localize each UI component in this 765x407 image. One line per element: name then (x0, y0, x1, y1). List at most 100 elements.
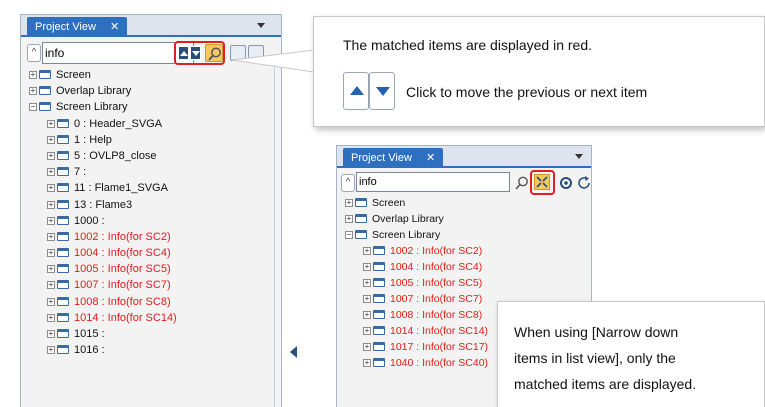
tree-item[interactable]: − Screen Library (25, 99, 281, 115)
tree-item-label: Overlap Library (372, 213, 444, 225)
expand-node-icon[interactable]: + (47, 151, 55, 160)
tree-item-label: Overlap Library (56, 85, 132, 98)
tree-item-label: 1008 : Info(for SC8) (74, 295, 171, 308)
folder-icon (57, 118, 69, 128)
tree-item[interactable]: − Screen Library (341, 227, 591, 243)
tree-item[interactable]: +13 : Flame3 (25, 197, 281, 213)
callout-text-matched: The matched items are displayed in red. (343, 37, 593, 53)
callout-text-line-1: When using [Narrow down (514, 324, 679, 340)
tree-item[interactable]: +1 : Help (25, 132, 281, 148)
folder-icon (373, 262, 385, 271)
folder-icon (39, 102, 51, 112)
expand-node-icon[interactable]: + (47, 346, 55, 355)
previous-item-icon (343, 72, 369, 110)
tree-item-label: 1017 : Info(for SC17) (390, 341, 489, 353)
tree-item-label: 1016 : (74, 344, 105, 357)
chevron-down-icon[interactable] (257, 23, 265, 28)
collapse-node-icon[interactable]: − (29, 103, 37, 112)
expand-node-icon[interactable]: + (47, 249, 55, 258)
search-input[interactable] (356, 172, 510, 192)
expand-node-icon[interactable]: + (47, 200, 55, 209)
tree-item[interactable]: +11 : Flame1_SVGA (25, 180, 281, 196)
tree-item[interactable]: +1014 : Info(for SC14) (25, 310, 281, 326)
tree-item[interactable]: +1016 : (25, 342, 281, 358)
folder-icon (57, 329, 69, 338)
close-icon[interactable]: ✕ (426, 152, 435, 164)
search-icon[interactable] (514, 175, 530, 191)
collapse-all-button[interactable]: ^ (341, 174, 355, 192)
expand-node-icon[interactable]: + (363, 247, 371, 255)
expand-node-icon[interactable]: + (363, 327, 371, 335)
collapse-node-icon[interactable]: − (345, 231, 353, 239)
folder-icon (373, 342, 385, 351)
tree-item[interactable]: + Overlap Library (25, 83, 281, 99)
expand-node-icon[interactable]: + (363, 263, 371, 271)
tree-item-label: Screen (56, 69, 91, 81)
expand-node-icon[interactable]: + (363, 359, 371, 367)
tree-item-label: 1000 : (74, 214, 105, 227)
expand-node-icon[interactable]: + (47, 135, 55, 144)
folder-icon (57, 345, 69, 355)
expand-node-icon[interactable]: + (47, 281, 55, 290)
tree-item-label: 1 : Help (74, 133, 112, 146)
tree-item-label: Screen Library (56, 101, 128, 114)
tree-item-label: 1002 : Info(for SC2) (74, 230, 171, 243)
tree-item-label: Screen (372, 197, 406, 209)
expand-node-icon[interactable]: + (363, 343, 371, 351)
folder-icon (57, 264, 69, 274)
tree-item[interactable]: +1007 : Info(for SC7) (25, 277, 281, 293)
tree-item-label: 1007 : Info(for SC7) (390, 293, 483, 305)
tree-item[interactable]: +1002 : Info(for SC2) (341, 243, 591, 259)
tree-item[interactable]: +1005 : Info(for SC5) (25, 261, 281, 277)
expand-node-icon[interactable]: + (363, 279, 371, 287)
expand-node-icon[interactable]: + (29, 87, 37, 96)
callout-text-line-3: matched items are displayed. (514, 376, 697, 392)
expand-node-icon[interactable]: + (47, 313, 55, 322)
scrollbar[interactable] (274, 67, 281, 407)
stage: Project View✕ ^ +Screen+Overlap Library−… (0, 0, 765, 407)
tree-item-label: 7 : (74, 166, 87, 179)
expand-node-icon[interactable]: + (47, 297, 55, 306)
tree-item-label: 1007 : Info(for SC7) (74, 279, 171, 292)
search-input[interactable] (42, 42, 194, 64)
expand-node-icon[interactable]: + (345, 215, 353, 223)
tree-item[interactable]: +1005 : Info(for SC5) (341, 275, 591, 291)
expand-node-icon[interactable]: + (47, 216, 55, 225)
tree-item[interactable]: +5 : OVLP8_close (25, 148, 281, 164)
expand-node-icon[interactable]: + (47, 265, 55, 274)
collapse-all-button[interactable]: ^ (27, 44, 41, 62)
expand-node-icon[interactable]: + (47, 330, 55, 338)
expand-node-icon[interactable]: + (47, 119, 55, 128)
gear-icon[interactable] (558, 175, 574, 191)
tree-item[interactable]: +1002 : Info(for SC2) (25, 229, 281, 245)
tree-item[interactable]: +1000 : (25, 213, 281, 229)
close-icon[interactable]: ✕ (110, 21, 119, 33)
expand-node-icon[interactable]: + (29, 71, 37, 79)
search-row: ^ (341, 170, 592, 195)
expand-node-icon[interactable]: + (47, 232, 55, 241)
tree-item[interactable]: + Screen (341, 195, 591, 211)
expand-node-icon[interactable]: + (363, 295, 371, 303)
tree-item[interactable]: +1008 : Info(for SC8) (25, 294, 281, 310)
tree-item-label: 1040 : Info(for SC40) (390, 357, 489, 369)
expand-node-icon[interactable]: + (363, 311, 371, 319)
folder-icon (373, 326, 385, 335)
callout-pointer (232, 50, 315, 73)
tab-project-view[interactable]: Project View ✕ (343, 148, 444, 168)
tree-item[interactable]: +1015 : (25, 326, 281, 342)
tree-item[interactable]: +1004 : Info(for SC4) (341, 259, 591, 275)
expand-node-icon[interactable]: + (345, 199, 353, 207)
tree-item[interactable]: +1004 : Info(for SC4) (25, 245, 281, 261)
tab-bar: Project View ✕ (21, 15, 281, 37)
tree-item[interactable]: + Overlap Library (341, 211, 591, 227)
expand-node-icon[interactable]: + (47, 168, 55, 177)
tab-project-view[interactable]: Project View ✕ (27, 17, 128, 37)
tree-item-label: 5 : OVLP8_close (74, 149, 157, 162)
chevron-down-icon[interactable] (575, 154, 583, 159)
folder-icon (373, 358, 385, 367)
tree-item[interactable]: +0 : Header_SVGA (25, 116, 281, 132)
panel-collapse-arrow-icon[interactable] (290, 346, 297, 358)
tree-item[interactable]: +7 : (25, 164, 281, 180)
refresh-icon[interactable] (576, 175, 592, 191)
expand-node-icon[interactable]: + (47, 184, 55, 193)
